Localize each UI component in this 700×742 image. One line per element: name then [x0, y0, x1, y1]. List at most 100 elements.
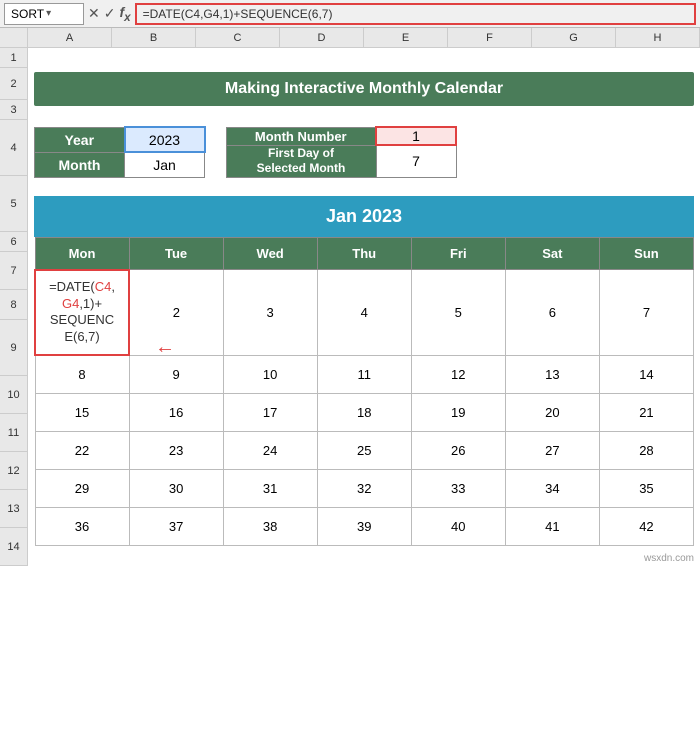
row-header-8: 8 — [0, 290, 27, 320]
cal-cell-r5c3[interactable]: 31 — [223, 469, 317, 507]
left-input-table: Year 2023 Month Jan — [34, 126, 206, 178]
cal-cell-r6c1[interactable]: 36 — [35, 507, 129, 545]
row-header-4: 4 — [0, 120, 27, 176]
cal-cell-r5c7[interactable]: 35 — [599, 469, 693, 507]
cal-cell-r3c2[interactable]: 16 — [129, 393, 223, 431]
row-headers: 1 2 3 4 5 6 7 8 9 10 11 12 13 14 — [0, 48, 28, 566]
day-header-fri: Fri — [411, 237, 505, 270]
row-header-1: 1 — [0, 48, 27, 68]
cal-cell-r1c5[interactable]: 5 — [411, 270, 505, 356]
row-header-11: 11 — [0, 414, 27, 452]
row-header-2: 2 — [0, 68, 27, 100]
formula-bar: SORT ▾ ✕ ✓ fx =DATE(C4,G4,1)+SEQUENCE(6,… — [0, 0, 700, 28]
first-day-label: First Day ofSelected Month — [226, 145, 376, 177]
cal-cell-r5c4[interactable]: 32 — [317, 469, 411, 507]
calendar-row-2: 8 9 10 11 12 13 14 — [35, 355, 694, 393]
year-row: Year 2023 — [35, 127, 205, 152]
cal-cell-r4c4[interactable]: 25 — [317, 431, 411, 469]
formula-input-wrapper: =DATE(C4,G4,1)+SEQUENCE(6,7) — [135, 3, 696, 25]
cal-cell-r5c6[interactable]: 34 — [505, 469, 599, 507]
col-header-c[interactable]: C — [196, 28, 280, 47]
cal-cell-r5c2[interactable]: 30 — [129, 469, 223, 507]
watermark: wsxdn.com — [644, 553, 694, 564]
cal-cell-r4c3[interactable]: 24 — [223, 431, 317, 469]
col-header-d[interactable]: D — [280, 28, 364, 47]
spreadsheet-body: 1 2 3 4 5 6 7 8 9 10 11 12 13 14 Making … — [0, 48, 700, 566]
cal-cell-r6c4[interactable]: 39 — [317, 507, 411, 545]
confirm-icon[interactable]: ✓ — [104, 5, 116, 22]
col-header-e[interactable]: E — [364, 28, 448, 47]
row-6 — [34, 180, 694, 190]
calendar-grid: Mon Tue Wed Thu Fri Sat Sun — [34, 237, 694, 546]
calendar-row-4: 22 23 24 25 26 27 28 — [35, 431, 694, 469]
month-label: Month — [35, 152, 125, 177]
cal-cell-r4c6[interactable]: 27 — [505, 431, 599, 469]
day-header-mon: Mon — [35, 237, 129, 270]
cal-cell-r6c7[interactable]: 42 — [599, 507, 693, 545]
cal-cell-r2c5[interactable]: 12 — [411, 355, 505, 393]
column-headers: A B C D E F G H — [0, 28, 700, 48]
cal-cell-r2c4[interactable]: 11 — [317, 355, 411, 393]
row-header-13: 13 — [0, 490, 27, 528]
cal-cell-r3c3[interactable]: 17 — [223, 393, 317, 431]
function-icon[interactable]: fx — [119, 4, 130, 24]
cal-cell-r5c5[interactable]: 33 — [411, 469, 505, 507]
cal-cell-r3c7[interactable]: 21 — [599, 393, 693, 431]
month-row: Month Jan — [35, 152, 205, 177]
cal-cell-r1c7[interactable]: 7 — [599, 270, 693, 356]
cal-cell-r4c1[interactable]: 22 — [35, 431, 129, 469]
col-header-a[interactable]: A — [28, 28, 112, 47]
cal-cell-r4c5[interactable]: 26 — [411, 431, 505, 469]
cal-cell-r2c6[interactable]: 13 — [505, 355, 599, 393]
year-label: Year — [35, 127, 125, 152]
cal-cell-r3c6[interactable]: 20 — [505, 393, 599, 431]
name-box-arrow[interactable]: ▾ — [46, 8, 51, 19]
formula-cell[interactable]: =DATE(C4, G4,1)+ SEQUENC E(6,7) — [35, 270, 129, 356]
day-header-sat: Sat — [505, 237, 599, 270]
cal-cell-r6c3[interactable]: 38 — [223, 507, 317, 545]
cal-cell-r6c6[interactable]: 41 — [505, 507, 599, 545]
col-header-b[interactable]: B — [112, 28, 196, 47]
row-header-12: 12 — [0, 452, 27, 490]
right-input-table: Month Number 1 First Day ofSelected Mont… — [226, 126, 458, 178]
calendar-row-6: 36 37 38 39 40 41 42 — [35, 507, 694, 545]
main-content: Making Interactive Monthly Calendar Year… — [28, 48, 700, 566]
cal-cell-r2c1[interactable]: 8 — [35, 355, 129, 393]
month-number-value[interactable]: 1 — [376, 127, 456, 145]
cal-cell-r2c3[interactable]: 10 — [223, 355, 317, 393]
cal-cell-r1c6[interactable]: 6 — [505, 270, 599, 356]
first-day-row: First Day ofSelected Month 7 — [226, 145, 456, 177]
col-header-g[interactable]: G — [532, 28, 616, 47]
year-value[interactable]: 2023 — [125, 127, 205, 152]
name-box[interactable]: SORT ▾ — [4, 3, 84, 25]
cal-cell-r6c5[interactable]: 40 — [411, 507, 505, 545]
formula-input[interactable]: =DATE(C4,G4,1)+SEQUENCE(6,7) — [137, 5, 339, 23]
cal-cell-r1c3[interactable]: 3 — [223, 270, 317, 356]
cal-cell-r2c7[interactable]: 14 — [599, 355, 693, 393]
cal-cell-r4c2[interactable]: 23 — [129, 431, 223, 469]
cal-cell-r3c1[interactable]: 15 — [35, 393, 129, 431]
row-header-9: 9 — [0, 320, 27, 376]
cal-cell-r2c2[interactable]: 9 — [129, 355, 223, 393]
row-1 — [34, 48, 694, 68]
day-header-tue: Tue — [129, 237, 223, 270]
cal-cell-r1c4[interactable]: 4 — [317, 270, 411, 356]
day-headers-row: Mon Tue Wed Thu Fri Sat Sun — [35, 237, 694, 270]
col-header-f[interactable]: F — [448, 28, 532, 47]
cal-cell-r1c2[interactable]: 2 — [129, 270, 223, 356]
col-header-h[interactable]: H — [616, 28, 700, 47]
calendar-row-5: 29 30 31 32 33 34 35 — [35, 469, 694, 507]
calendar-row-1: =DATE(C4, G4,1)+ SEQUENC E(6,7) 2 3 4 5 … — [35, 270, 694, 356]
spreadsheet-container: SORT ▾ ✕ ✓ fx =DATE(C4,G4,1)+SEQUENCE(6,… — [0, 0, 700, 566]
cal-cell-r3c4[interactable]: 18 — [317, 393, 411, 431]
month-value[interactable]: Jan — [125, 152, 205, 177]
first-day-value[interactable]: 7 — [376, 145, 456, 177]
row-3 — [34, 106, 694, 126]
cal-cell-r6c2[interactable]: 37 — [129, 507, 223, 545]
cal-cell-r4c7[interactable]: 28 — [599, 431, 693, 469]
input-section: Year 2023 Month Jan Month Number 1 — [34, 126, 694, 178]
month-header: Jan 2023 — [34, 196, 694, 237]
cal-cell-r3c5[interactable]: 19 — [411, 393, 505, 431]
cancel-icon[interactable]: ✕ — [88, 5, 100, 22]
cal-cell-r5c1[interactable]: 29 — [35, 469, 129, 507]
